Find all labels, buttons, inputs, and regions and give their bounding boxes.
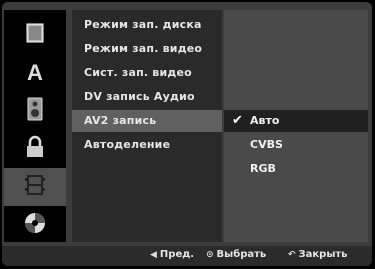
select-hint[interactable]: ⊙ Выбрать <box>206 249 266 260</box>
menu-item-auto-chapter[interactable]: Автоделение <box>72 134 222 156</box>
menu-item-video-record-mode[interactable]: Режим зап. видео <box>72 38 222 60</box>
category-sidebar: A <box>4 10 66 242</box>
option-rgb[interactable]: RGB <box>224 158 368 180</box>
speaker-icon <box>24 97 46 125</box>
prev-label: Пред. <box>159 249 195 260</box>
menu-item-dv-record-audio[interactable]: DV запись Аудио <box>72 86 222 108</box>
sidebar-item-recording[interactable] <box>4 168 66 206</box>
option-auto[interactable]: ✔ Авто <box>224 110 368 132</box>
disc-icon <box>24 22 46 48</box>
sidebar-item-disc[interactable] <box>4 16 66 54</box>
return-icon: ↶ <box>288 249 296 260</box>
close-label: Закрыть <box>298 249 348 260</box>
setup-menu-window: A Режим зап. диска Режим зап. видео Сист… <box>2 2 372 266</box>
prev-hint[interactable]: ◀ Пред. <box>150 249 194 260</box>
select-label: Выбрать <box>216 249 267 260</box>
language-icon: A <box>23 59 47 87</box>
option-label: Авто <box>250 114 280 127</box>
close-hint[interactable]: ↶ Закрыть <box>288 249 348 260</box>
sidebar-item-language[interactable]: A <box>4 54 66 92</box>
option-cvbs[interactable]: CVBS <box>224 134 368 156</box>
option-panel: ✔ Авто CVBS RGB <box>224 10 368 242</box>
menu-item-video-record-system[interactable]: Сист. зап. видео <box>72 62 222 84</box>
option-label: RGB <box>250 162 276 175</box>
footer-hint-bar: ◀ Пред. ⊙ Выбрать ↶ Закрыть <box>2 246 372 266</box>
dvd-disc-icon <box>23 211 47 239</box>
sidebar-item-dvd[interactable] <box>4 206 66 244</box>
sidebar-item-lock[interactable] <box>4 130 66 168</box>
option-label: CVBS <box>250 138 283 151</box>
lock-icon <box>24 135 46 163</box>
left-arrow-icon: ◀ <box>150 249 157 260</box>
settings-menu: Режим зап. диска Режим зап. видео Сист. … <box>72 10 222 242</box>
svg-text:A: A <box>27 60 43 83</box>
enter-button-icon: ⊙ <box>206 249 214 260</box>
checkmark-icon: ✔ <box>232 113 243 128</box>
menu-item-disc-record-mode[interactable]: Режим зап. диска <box>72 14 222 36</box>
sidebar-item-audio[interactable] <box>4 92 66 130</box>
menu-item-av2-record[interactable]: AV2 запись <box>72 110 222 132</box>
film-icon <box>24 174 46 200</box>
